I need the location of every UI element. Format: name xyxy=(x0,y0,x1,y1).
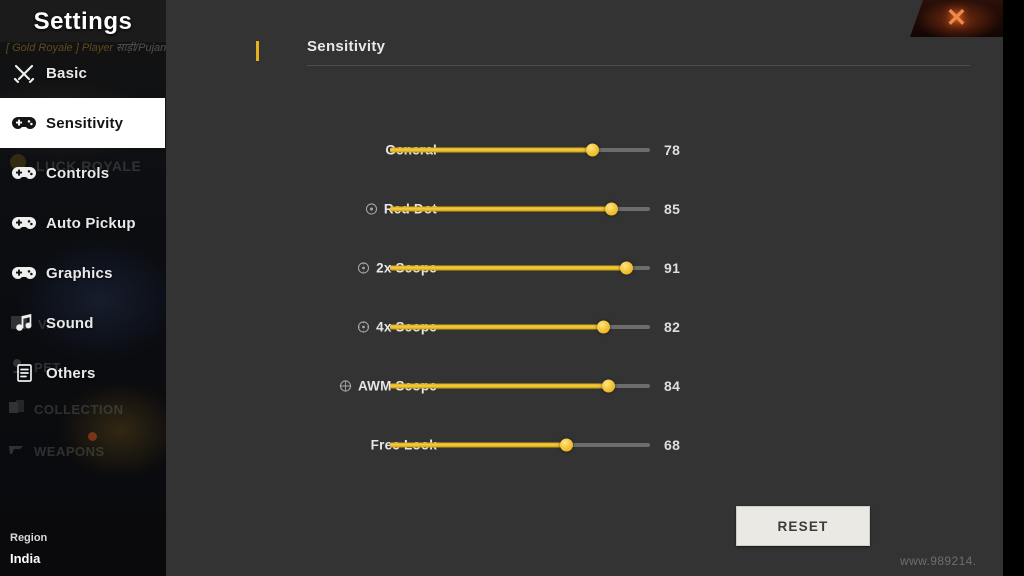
sensitivity-row: Free Look68 xyxy=(166,415,1003,474)
sensitivity-slider[interactable] xyxy=(390,319,650,335)
tools-icon xyxy=(12,62,36,84)
app-screen: STORE LUCK ROYALE VAULT PET COLLECTION W… xyxy=(0,0,1024,576)
sidebar-item-label: Sensitivity xyxy=(46,114,124,132)
slider-fill xyxy=(390,324,604,329)
section-accent-bar xyxy=(256,41,259,61)
region-indicator[interactable]: Region India xyxy=(10,532,47,566)
slider-fill xyxy=(390,442,567,447)
sensitivity-row: General78 xyxy=(166,120,1003,179)
2x-scope-icon xyxy=(357,261,370,274)
slider-fill xyxy=(390,206,611,211)
page-title: Sensitivity xyxy=(307,38,386,55)
sensitivity-value: 84 xyxy=(664,377,681,394)
close-button[interactable]: ✕ xyxy=(910,0,1003,37)
slider-thumb[interactable] xyxy=(601,379,615,392)
sidebar-nav: Basic Sensitivity Controls Auto Pickup G… xyxy=(0,48,166,398)
sidebar-item-label: Sound xyxy=(46,314,94,332)
music-note-icon xyxy=(12,312,36,334)
weapon-icon xyxy=(8,441,26,462)
close-icon: ✕ xyxy=(946,4,967,32)
sidebar-item-auto-pickup[interactable]: Auto Pickup xyxy=(0,198,166,248)
section-header: Sensitivity xyxy=(256,38,971,68)
gamepad-icon xyxy=(12,212,36,234)
sensitivity-slider[interactable] xyxy=(390,201,650,217)
4x-scope-icon xyxy=(357,320,370,333)
sidebar-item-sound[interactable]: Sound xyxy=(0,298,166,348)
sensitivity-value: 85 xyxy=(664,200,681,217)
slider-thumb[interactable] xyxy=(586,143,600,156)
sidebar-item-label: Auto Pickup xyxy=(46,214,136,232)
sensitivity-row: Red Dot85 xyxy=(166,179,1003,238)
slider-thumb[interactable] xyxy=(620,261,634,274)
sidebar-item-graphics[interactable]: Graphics xyxy=(0,248,166,298)
sidebar-item-controls[interactable]: Controls xyxy=(0,148,166,198)
main-content: Sensitivity General78Red Dot852x Scope91… xyxy=(166,0,1003,576)
sensitivity-slider[interactable] xyxy=(390,260,650,276)
gamepad-icon xyxy=(12,262,36,284)
sidebar: STORE LUCK ROYALE VAULT PET COLLECTION W… xyxy=(0,0,166,576)
gamepad-icon xyxy=(12,112,36,134)
sidebar-item-label: Others xyxy=(46,364,96,382)
sidebar-item-sensitivity[interactable]: Sensitivity xyxy=(0,98,165,148)
sensitivity-row: 4x Scope82 xyxy=(166,297,1003,356)
weapons-notification-dot xyxy=(88,432,97,441)
slider-thumb[interactable] xyxy=(560,438,574,451)
sidebar-item-label: Controls xyxy=(46,164,110,182)
sidebar-item-others[interactable]: Others xyxy=(0,348,166,398)
list-document-icon xyxy=(12,362,36,384)
sensitivity-value: 68 xyxy=(664,436,681,453)
ghost-item-weapons: WEAPONS xyxy=(34,444,105,459)
slider-thumb[interactable] xyxy=(596,320,610,333)
sidebar-item-label: Basic xyxy=(46,64,88,82)
sidebar-title: Settings xyxy=(33,8,133,35)
region-label: Region xyxy=(10,532,48,544)
sensitivity-slider-list: General78Red Dot852x Scope914x Scope82AW… xyxy=(166,120,1003,474)
slider-fill xyxy=(390,383,609,388)
red-dot-scope-icon xyxy=(365,202,378,215)
region-value: India xyxy=(10,551,41,566)
sensitivity-value: 91 xyxy=(664,259,681,276)
ghost-item-collection: COLLECTION xyxy=(34,402,124,417)
sensitivity-value: 82 xyxy=(664,318,681,335)
section-divider xyxy=(307,65,970,66)
reset-button-label: RESET xyxy=(777,518,829,534)
watermark: www.989214. xyxy=(900,554,977,568)
sensitivity-row: AWM Scope84 xyxy=(166,356,1003,415)
slider-fill xyxy=(390,147,593,152)
sensitivity-slider[interactable] xyxy=(390,378,650,394)
collection-icon xyxy=(8,399,26,420)
reset-button[interactable]: RESET xyxy=(736,506,870,546)
slider-thumb[interactable] xyxy=(604,202,618,215)
sidebar-item-basic[interactable]: Basic xyxy=(0,48,166,98)
slider-fill xyxy=(390,265,627,270)
sensitivity-row: 2x Scope91 xyxy=(166,238,1003,297)
sensitivity-slider[interactable] xyxy=(390,437,650,453)
sensitivity-slider[interactable] xyxy=(390,142,650,158)
sensitivity-value: 78 xyxy=(664,141,681,158)
sidebar-item-label: Graphics xyxy=(46,264,113,282)
awm-scope-icon xyxy=(339,379,352,392)
gamepad-icon xyxy=(12,162,36,184)
